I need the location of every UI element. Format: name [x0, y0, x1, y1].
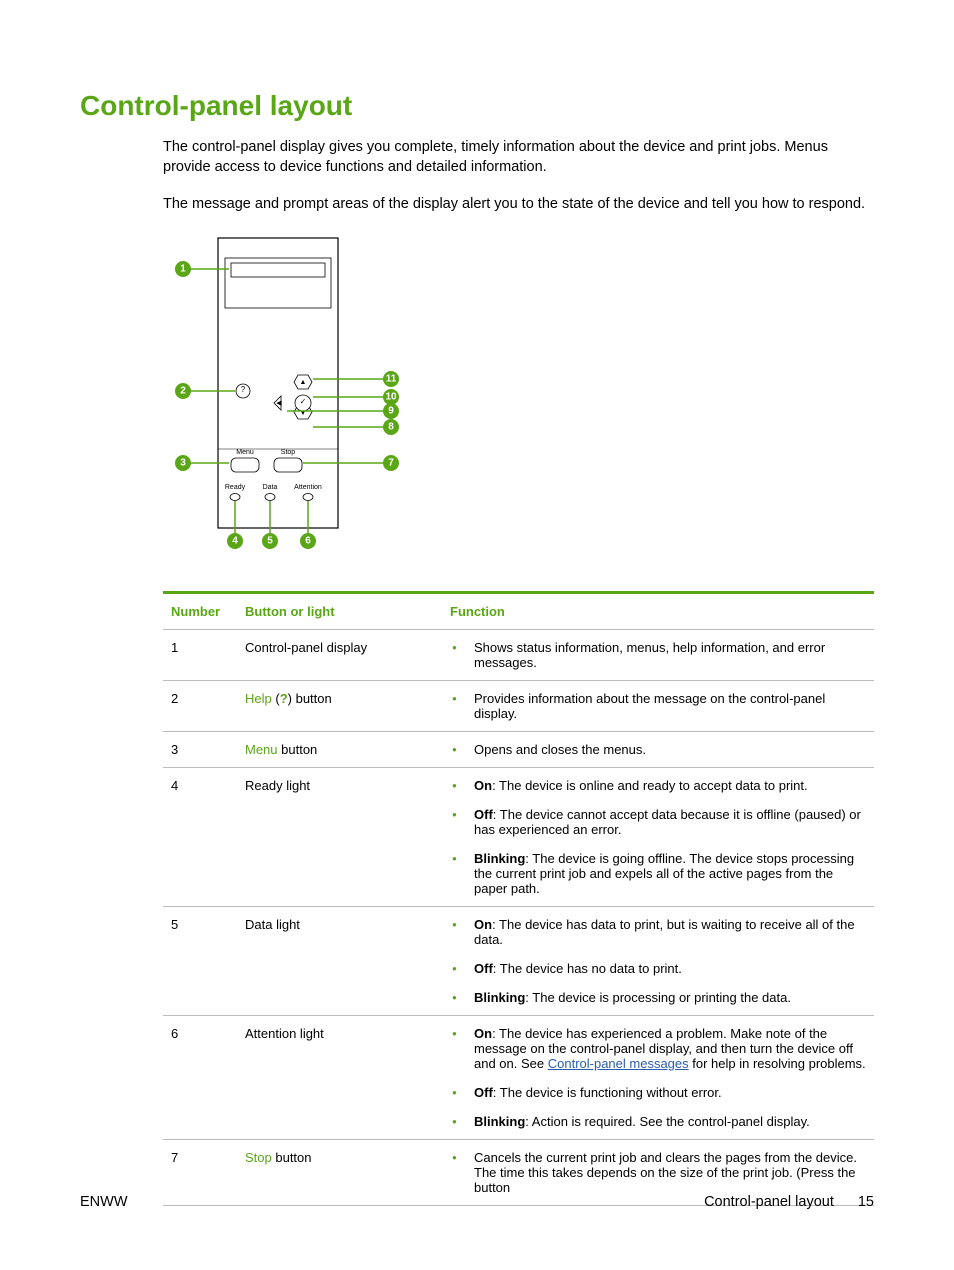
table-row: 3Menu button Opens and closes the menus. [163, 731, 874, 767]
th-button: Button or light [237, 592, 442, 629]
cell-number: 6 [163, 1015, 237, 1139]
function-item: Blinking: Action is required. See the co… [450, 1114, 866, 1129]
intro-block: The control-panel display gives you comp… [163, 138, 874, 215]
diagram-svg: ? ▲ ▼ ✓ ◀ Menu Stop Ready Data Attention… [163, 233, 413, 563]
footer-section: Control-panel layout [704, 1194, 834, 1210]
cell-number: 2 [163, 680, 237, 731]
svg-text:✓: ✓ [300, 397, 307, 406]
svg-text:8: 8 [388, 421, 394, 432]
svg-text:5: 5 [267, 535, 273, 546]
label-menu: Menu [236, 449, 254, 456]
label-attention: Attention [294, 484, 322, 491]
doc-link[interactable]: Control-panel messages [548, 1056, 689, 1071]
cell-button: Help (?) button [237, 680, 442, 731]
svg-text:2: 2 [180, 385, 186, 396]
svg-text:10: 10 [385, 391, 397, 402]
page-footer: ENWW Control-panel layout 15 [80, 1194, 874, 1210]
function-item: Provides information about the message o… [450, 691, 866, 721]
svg-text:9: 9 [388, 405, 394, 416]
svg-text:3: 3 [180, 457, 186, 468]
cell-button: Menu button [237, 731, 442, 767]
table-row: 5Data light On: The device has data to pr… [163, 906, 874, 1015]
cell-number: 3 [163, 731, 237, 767]
function-item: On: The device is online and ready to ac… [450, 778, 866, 793]
table-row: 6Attention lightOn: The device has exper… [163, 1015, 874, 1139]
cell-function: On: The device has data to print, but is… [442, 906, 874, 1015]
cell-button: Ready light [237, 767, 442, 906]
svg-text:?: ? [241, 385, 246, 394]
function-item: Off: The device is functioning without e… [450, 1085, 866, 1100]
control-panel-table: Number Button or light Function 1Control… [163, 591, 874, 1206]
function-item: Off: The device cannot accept data becau… [450, 807, 866, 837]
label-stop: Stop [281, 449, 296, 456]
svg-text:1: 1 [180, 263, 186, 274]
cell-number: 5 [163, 906, 237, 1015]
footer-left: ENWW [80, 1194, 128, 1210]
th-function: Function [442, 592, 874, 629]
function-item: Blinking: The device is going offline. T… [450, 851, 866, 896]
svg-text:7: 7 [388, 457, 394, 468]
footer-page: 15 [858, 1194, 874, 1210]
intro-p1: The control-panel display gives you comp… [163, 138, 874, 177]
cell-function: On: The device has experienced a problem… [442, 1015, 874, 1139]
control-panel-diagram: ? ▲ ▼ ✓ ◀ Menu Stop Ready Data Attention… [163, 233, 874, 563]
table-row: 1Control-panel display Shows status infor… [163, 629, 874, 680]
svg-text:4: 4 [232, 535, 238, 546]
svg-text:▲: ▲ [300, 379, 307, 386]
cell-button: Data light [237, 906, 442, 1015]
cell-number: 4 [163, 767, 237, 906]
th-number: Number [163, 592, 237, 629]
table-row: 2Help (?) button Provides information abo… [163, 680, 874, 731]
function-item: Opens and closes the menus. [450, 742, 866, 757]
page-title: Control-panel layout [80, 90, 874, 122]
function-item: On: The device has experienced a problem… [450, 1026, 866, 1071]
cell-number: 1 [163, 629, 237, 680]
svg-text:◀: ◀ [276, 400, 282, 407]
function-item: Cancels the current print job and clears… [450, 1150, 866, 1195]
svg-text:6: 6 [305, 535, 311, 546]
function-item: Shows status information, menus, help in… [450, 640, 866, 670]
function-item: Off: The device has no data to print. [450, 961, 866, 976]
cell-function: Opens and closes the menus. [442, 731, 874, 767]
label-ready: Ready [225, 484, 246, 491]
function-item: Blinking: The device is processing or pr… [450, 990, 866, 1005]
function-item: On: The device has data to print, but is… [450, 917, 866, 947]
cell-function: Shows status information, menus, help in… [442, 629, 874, 680]
cell-function: Provides information about the message o… [442, 680, 874, 731]
cell-button: Control-panel display [237, 629, 442, 680]
table-row: 4Ready light On: The device is online and… [163, 767, 874, 906]
svg-text:11: 11 [386, 373, 397, 384]
cell-function: On: The device is online and ready to ac… [442, 767, 874, 906]
label-data: Data [263, 484, 278, 491]
intro-p2: The message and prompt areas of the disp… [163, 195, 874, 215]
cell-button: Attention light [237, 1015, 442, 1139]
